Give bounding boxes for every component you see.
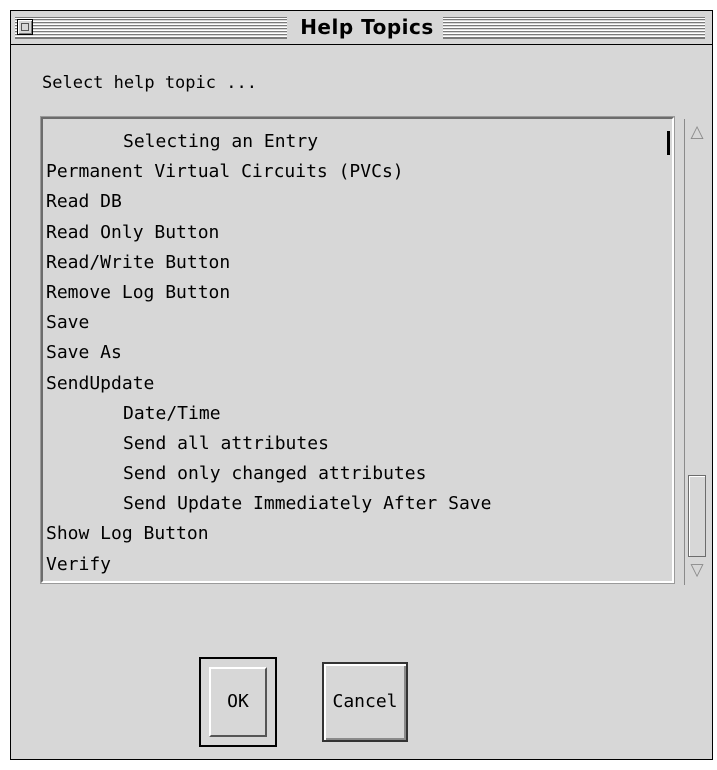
list-item[interactable]: Read DB (43, 187, 672, 217)
list-item[interactable]: Save As (43, 338, 672, 368)
triangle-up-icon[interactable]: △ (688, 121, 706, 143)
window-title: Help Topics (300, 15, 434, 39)
close-box-icon[interactable] (17, 19, 33, 35)
triangle-down-icon[interactable]: ▽ (688, 559, 706, 581)
list-item[interactable]: Permanent Virtual Circuits (PVCs) (43, 157, 672, 187)
list-item[interactable]: Remove Log Button (43, 278, 672, 308)
list-item[interactable]: Show Log Button (43, 519, 672, 549)
title-bar[interactable]: Help Topics (11, 11, 712, 45)
topics-scrollbar[interactable]: △ ▽ (684, 119, 710, 585)
cancel-button[interactable]: Cancel (322, 662, 408, 742)
list-item[interactable]: Send all attributes (43, 429, 672, 459)
title-stripes-left (15, 17, 287, 39)
list-item[interactable]: Verify (43, 550, 672, 580)
topics-listbox[interactable]: Selecting an Entry Permanent Virtual Cir… (40, 116, 675, 584)
topics-list: Selecting an Entry Permanent Virtual Cir… (43, 127, 672, 580)
help-topics-dialog: Help Topics Select help topic ... Select… (10, 10, 713, 760)
list-item[interactable]: SendUpdate (43, 369, 672, 399)
list-item[interactable]: Save (43, 308, 672, 338)
text-cursor (667, 131, 670, 155)
title-stripes-right (443, 17, 705, 39)
list-item[interactable]: Date/Time (43, 399, 672, 429)
ok-button[interactable]: OK (209, 667, 267, 737)
scroll-thumb[interactable] (688, 475, 706, 557)
list-item[interactable]: Read Only Button (43, 218, 672, 248)
prompt-label: Select help topic ... (42, 73, 257, 93)
list-item[interactable]: Read/Write Button (43, 248, 672, 278)
list-item[interactable]: Send Update Immediately After Save (43, 489, 672, 519)
list-item[interactable]: Selecting an Entry (43, 127, 672, 157)
list-item[interactable]: Send only changed attributes (43, 459, 672, 489)
